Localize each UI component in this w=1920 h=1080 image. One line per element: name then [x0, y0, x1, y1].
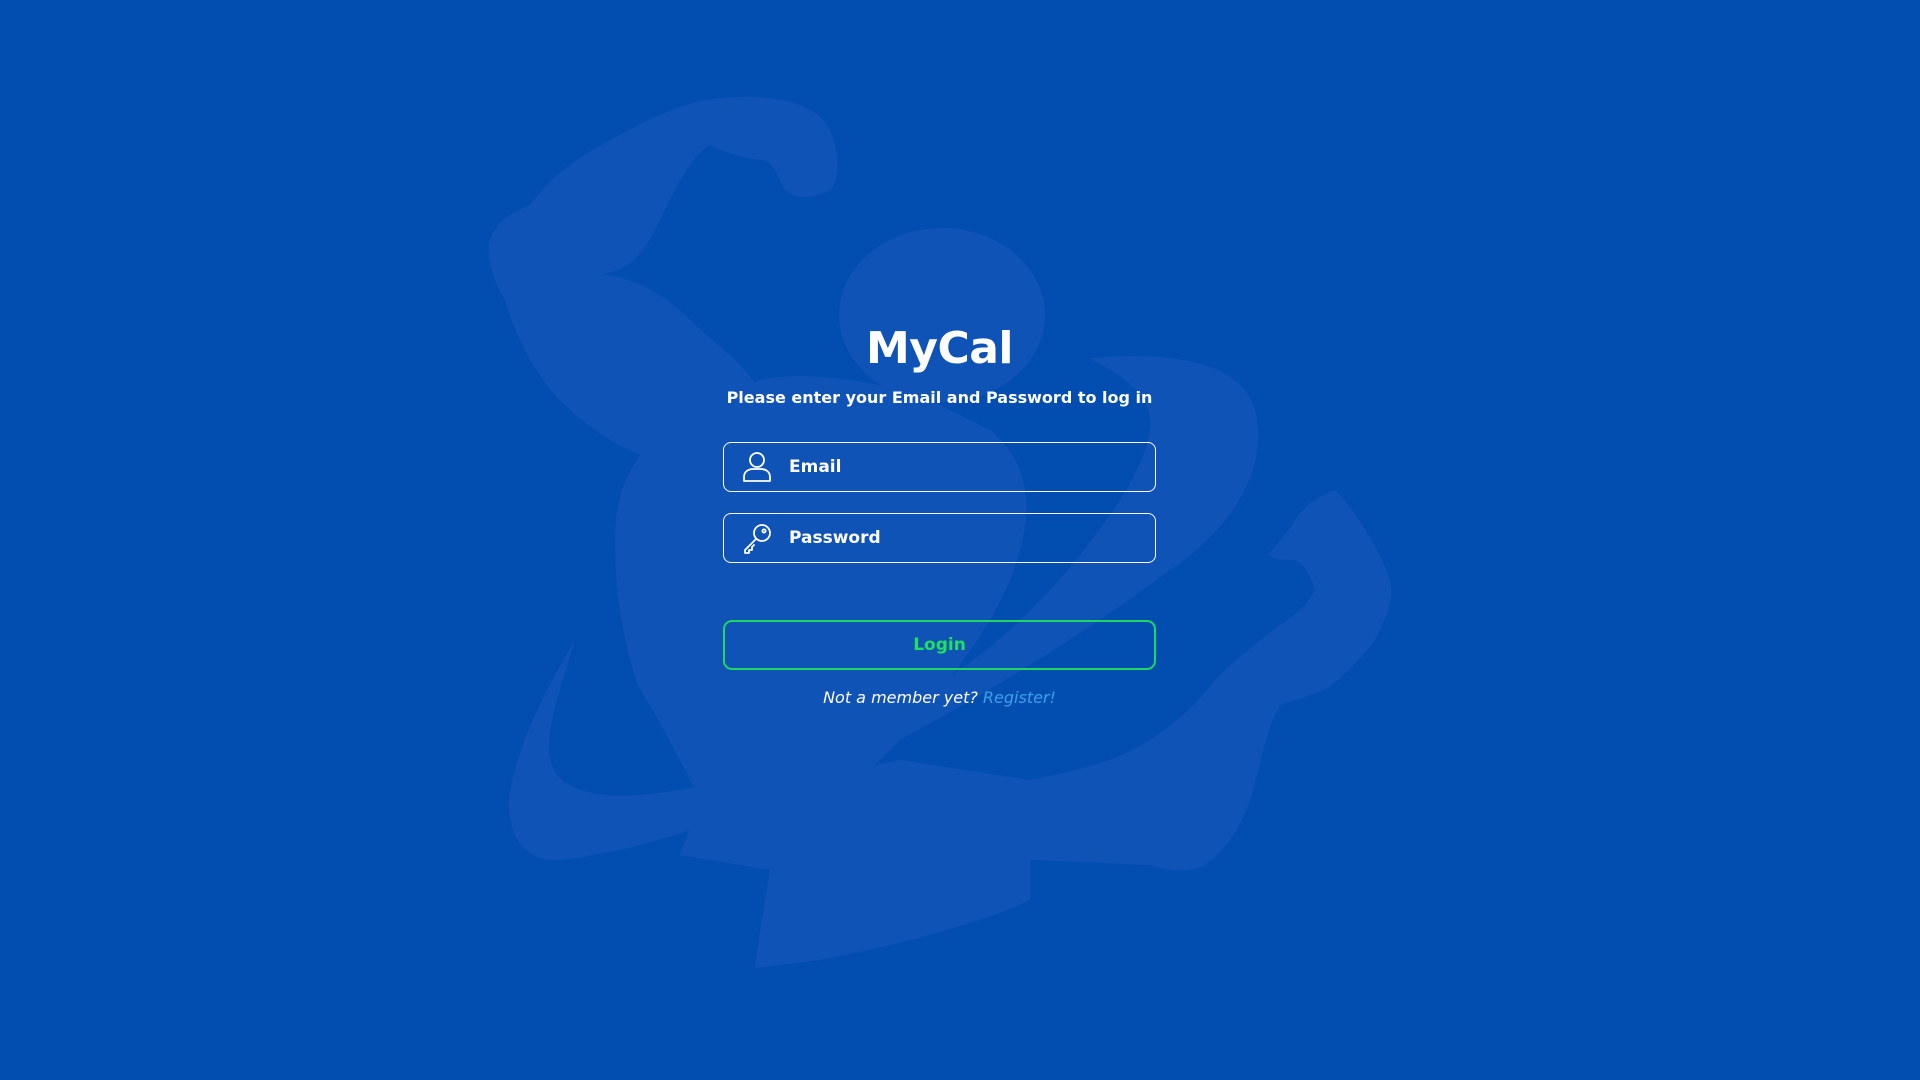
- email-input[interactable]: [775, 443, 1155, 491]
- user-icon: [739, 449, 775, 485]
- password-field[interactable]: [723, 513, 1156, 563]
- email-field[interactable]: [723, 442, 1156, 492]
- login-panel: MyCal Please enter your Email and Passwo…: [723, 320, 1156, 707]
- login-instructions: Please enter your Email and Password to …: [726, 388, 1153, 407]
- register-link[interactable]: Register!: [983, 688, 1056, 707]
- register-prompt-line: Not a member yet? Register!: [723, 688, 1156, 707]
- password-input[interactable]: [775, 514, 1155, 562]
- app-title: MyCal: [865, 323, 1014, 374]
- key-icon: [739, 520, 775, 556]
- register-prompt-text: Not a member yet?: [823, 688, 978, 707]
- login-button[interactable]: Login: [723, 620, 1156, 670]
